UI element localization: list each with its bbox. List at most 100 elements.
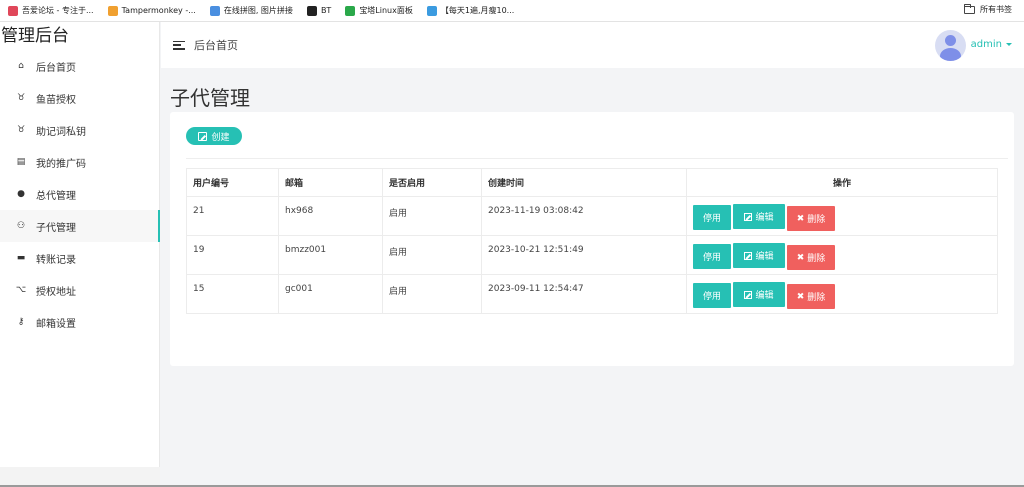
table-row: 21 hx968 启用 2023-11-19 03:08:42 停用 编辑 ✖ 删除 [186,196,998,236]
delete-label: 删除 [807,293,826,303]
bookmark-label: 吾爱论坛 - 专注于... [22,6,94,15]
all-bookmarks-label: 所有书签 [980,5,1012,14]
disable-button[interactable]: 停用 [693,243,731,269]
user-icon: ● [17,189,25,199]
key-list-icon: ♉ [16,125,26,135]
table-row: 15 gc001 启用 2023-09-11 12:54:47 停用 编辑 ✖ 删除 [186,274,998,314]
home-icon: ⌂ [18,61,24,71]
brand-title: 管理后台 [1,26,69,46]
top-header: 后台首页 admin [161,22,1024,68]
edit-icon [198,131,208,141]
cell-actions: 停用 编辑 ✖ 删除 [686,235,998,275]
sidebar-item-label: 助记词私钥 [36,126,86,138]
edit-button[interactable]: 编辑 [733,282,785,307]
edit-icon [744,251,753,260]
bookmark-label: 在线拼图, 图片拼接 [223,6,293,15]
header-title[interactable]: 后台首页 [194,37,238,53]
sidebar-item-label: 鱼苗授权 [36,94,76,106]
cell-email: gc001 [278,274,383,314]
bookmark-item[interactable]: Tampermonkey -... [107,5,196,16]
bookmark-favicon-icon [107,5,118,16]
sidebar-item-label: 转账记录 [36,254,76,266]
col-user-id: 用户编号 [186,168,279,197]
cell-created: 2023-11-19 03:08:42 [481,196,687,236]
delete-button[interactable]: ✖ 删除 [787,206,835,231]
record-icon: ▬ [16,253,26,263]
sidebar: 管理后台 ⌂ 后台首页 ♉ 鱼苗授权 ♉ 助记词私钥 ▤ 我的推广码 ● 总代管理 ⚇ 子代管理 ▬ 转账… [0,22,160,487]
cell-id: 15 [186,274,279,314]
folder-icon [964,3,975,14]
edit-button[interactable]: 编辑 [733,243,785,268]
bookmarks-bar: 吾爱论坛 - 专注于... Tampermonkey -... 在线拼图, 图片拼接… [0,0,1024,22]
disable-button[interactable]: 停用 [693,282,731,308]
all-bookmarks-button[interactable]: 所有书签 [964,3,1012,15]
user-name: admin [970,39,1002,50]
cell-id: 19 [186,235,279,275]
create-label: 创建 [211,132,230,143]
bookmark-item[interactable]: 在线拼图, 图片拼接 [209,5,293,16]
sidebar-item-label: 总代管理 [36,190,76,202]
bookmark-favicon-icon [209,5,220,16]
caret-down-icon [1006,43,1012,46]
disable-label: 停用 [702,252,721,263]
users-icon: ⚇ [16,221,26,231]
sidebar-footer [0,467,160,487]
bookmark-item[interactable]: 【每天1遍,月瘦10... [426,5,514,16]
cell-enabled: 启用 [382,274,482,314]
sidebar-item[interactable]: ⚇ 子代管理 [0,210,160,242]
delete-label: 删除 [807,254,826,264]
sidebar-item[interactable]: ♉ 鱼苗授权 [0,82,159,114]
table-body: 21 hx968 启用 2023-11-19 03:08:42 停用 编辑 ✖ 删除 19 bmz… [186,196,998,314]
bookmark-item[interactable]: BT [306,5,332,16]
document-icon: ▤ [16,157,26,167]
sidebar-item[interactable]: ● 总代管理 [0,178,159,210]
sub-agent-table: 用户编号 邮箱 是否启用 创建时间 操作 21 hx968 启用 2023-11-19… [186,168,998,314]
sidebar-menu: ⌂ 后台首页 ♉ 鱼苗授权 ♉ 助记词私钥 ▤ 我的推广码 ● 总代管理 ⚇ 子代管理 ▬ 转账记录 ⌥ 授权… [0,50,160,338]
delete-button[interactable]: ✖ 删除 [787,245,835,270]
disable-label: 停用 [702,291,721,302]
fish-icon: ♉ [16,93,26,103]
bookmark-favicon-icon [8,5,18,16]
menu-toggle-icon[interactable] [173,40,185,50]
close-icon: ✖ [796,252,805,263]
col-actions: 操作 [686,168,998,197]
edit-label: 编辑 [755,252,774,262]
cell-email: hx968 [278,196,383,236]
bookmark-label: 宝塔Linux面板 [359,6,413,15]
sidebar-item[interactable]: ▬ 转账记录 [0,242,159,274]
sidebar-item[interactable]: ♉ 助记词私钥 [0,114,159,146]
sidebar-item[interactable]: ⌥ 授权地址 [0,274,159,306]
edit-button[interactable]: 编辑 [733,204,785,229]
cell-enabled: 启用 [382,196,482,236]
delete-button[interactable]: ✖ 删除 [787,284,835,309]
col-enabled: 是否启用 [382,168,482,197]
user-menu[interactable]: admin [971,39,1012,50]
bookmark-favicon-icon [306,5,317,16]
sidebar-item[interactable]: ⌂ 后台首页 [0,50,159,82]
cell-id: 21 [186,196,279,236]
create-button[interactable]: 创建 [186,127,242,145]
address-icon: ⌥ [15,285,27,295]
cell-email: bmzz001 [278,235,383,275]
close-icon: ✖ [796,291,805,302]
col-created: 创建时间 [481,168,687,197]
edit-label: 编辑 [755,213,774,223]
bookmark-item[interactable]: 宝塔Linux面板 [345,5,413,16]
disable-button[interactable]: 停用 [693,204,731,230]
sidebar-item[interactable]: ▤ 我的推广码 [0,146,159,178]
edit-icon [744,212,753,221]
edit-label: 编辑 [755,291,774,301]
content-card: 创建 用户编号 邮箱 是否启用 创建时间 操作 21 hx968 启用 2023-11… [170,112,1014,366]
cell-actions: 停用 编辑 ✖ 删除 [686,196,998,236]
bookmark-item[interactable]: 吾爱论坛 - 专注于... [8,5,94,16]
cell-created: 2023-09-11 12:54:47 [481,274,687,314]
divider [186,158,1008,159]
sidebar-item-label: 授权地址 [36,286,76,298]
edit-icon [744,290,753,299]
avatar[interactable] [935,30,966,61]
sidebar-item-label: 我的推广码 [36,158,86,170]
cell-actions: 停用 编辑 ✖ 删除 [686,274,998,314]
bookmark-label: BT [320,6,332,15]
table-row: 19 bmzz001 启用 2023-10-21 12:51:49 停用 编辑 ✖ 删除 [186,235,998,275]
sidebar-item[interactable]: ⚷ 邮箱设置 [0,306,159,338]
